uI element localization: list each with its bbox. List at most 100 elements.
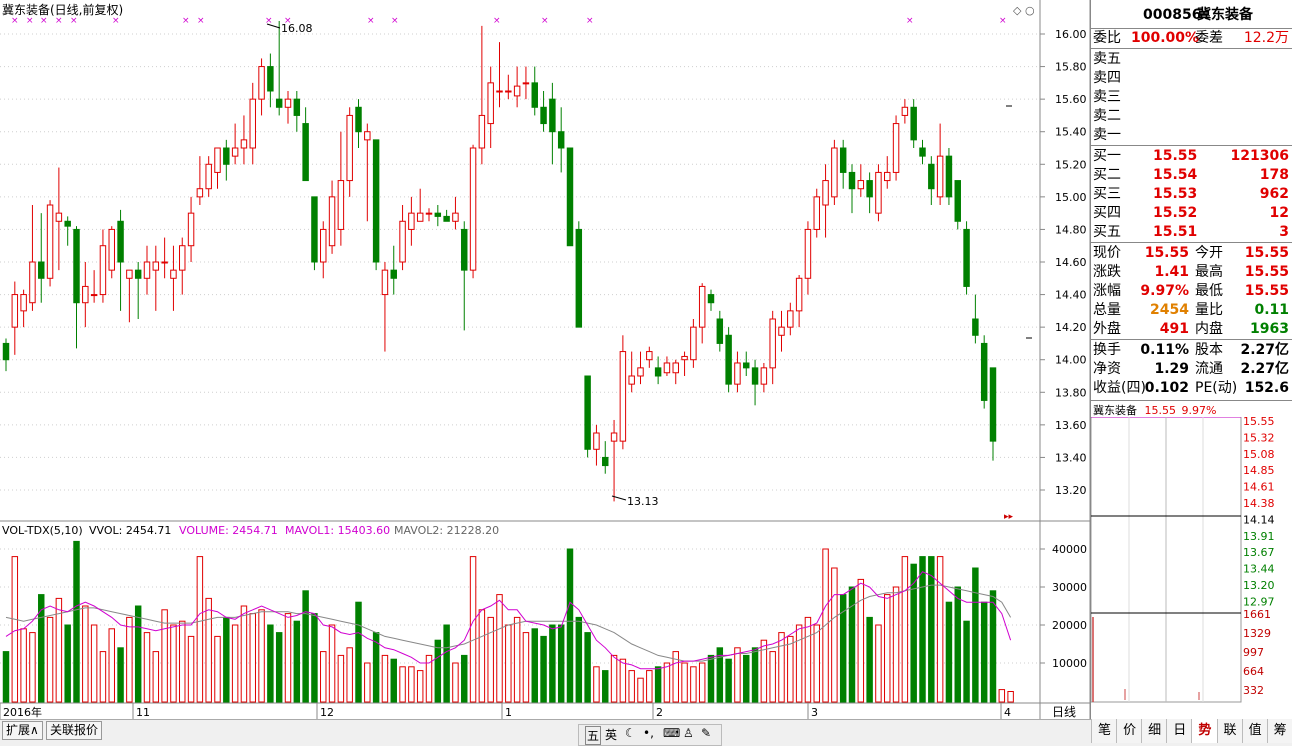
volume-bar-down [954, 586, 961, 703]
weibi-row: 委比 100.00% 委差 12.2万 [1093, 30, 1289, 46]
ime-mode[interactable]: 五 [585, 726, 602, 745]
volume-bar-down [38, 594, 45, 703]
volume-bar-down [434, 639, 442, 703]
candle-body-down [707, 294, 715, 304]
panel-tab[interactable]: 价 [1116, 719, 1143, 743]
panel-tab[interactable]: 日 [1166, 719, 1193, 743]
fundamental-row: 净资 1.29 流通 2.27亿 [1091, 360, 1292, 379]
candle-body-up [11, 294, 19, 328]
volume-bar-down [73, 540, 80, 703]
ime-toolbar[interactable]: 五 英 ☾ •, ⌨ ♙ ✎ [578, 724, 722, 746]
candle-body-up [381, 269, 389, 296]
panel-tab[interactable]: 联 [1216, 719, 1243, 743]
quote-row: 外盘 491 内盘 1963 [1091, 320, 1292, 339]
price-tick-label: 14.00 [1055, 354, 1087, 367]
candle-body-up [179, 245, 186, 271]
candle-body-up [690, 326, 697, 361]
candle-body-up [698, 285, 706, 328]
volume-bar-down [2, 651, 10, 703]
stock-name: 冀东装备 [1197, 7, 1253, 23]
volume-bar-up [108, 628, 115, 703]
settings-icon[interactable]: ✎ [701, 726, 711, 740]
quote-label: 量比 [1195, 302, 1223, 318]
volume-bar-up [452, 662, 459, 703]
mini-price-tick: 14.14 [1243, 513, 1275, 526]
candle-body-up [187, 212, 195, 247]
related-quote-tab[interactable]: 关联报价 [46, 721, 103, 740]
volume-bar-up [628, 670, 635, 703]
volume-bar-down [751, 647, 759, 703]
sell-level-row: 卖一 [1091, 126, 1292, 145]
candle-body-up [46, 204, 54, 279]
volume-bar-down [549, 624, 556, 703]
candle-body-up [760, 367, 768, 385]
candle-body-up [82, 285, 89, 304]
price-tick-label: 13.20 [1055, 484, 1087, 497]
candle-body-down [117, 220, 124, 263]
period-label[interactable]: 日线 [1052, 705, 1076, 719]
mini-price-tick: 12.97 [1243, 595, 1275, 608]
volume-bar-down [64, 624, 71, 703]
candle-body-up [99, 245, 107, 296]
candle-body-up [769, 318, 776, 369]
fundamental-label: 股本 [1195, 342, 1223, 358]
candle-body-down [945, 155, 953, 198]
candle-body-up [875, 171, 882, 214]
candle-body-up [672, 362, 679, 374]
volume-bar-up [187, 635, 195, 703]
quote-label: 总量 [1093, 302, 1121, 318]
panel-tab[interactable]: 细 [1141, 719, 1168, 743]
candle-body-down [531, 82, 538, 108]
user-icon[interactable]: ♙ [683, 726, 694, 740]
sell-level-row: 卖四 [1091, 69, 1292, 88]
volume-bar-down [223, 616, 230, 703]
candle-body-down [311, 196, 318, 263]
volume-bar-up [513, 616, 521, 703]
candle-body-down [461, 228, 468, 271]
candle-body-down [549, 98, 556, 133]
intraday-mini-chart[interactable]: 15.55 15.32 15.08 14.85 14.61 14.38 14.14 13.91… [1091, 417, 1292, 719]
mini-price-tick: 15.08 [1243, 448, 1275, 461]
volume-bar-up [901, 556, 909, 703]
volume-bar-up [416, 670, 424, 703]
quote-value: 15.55 [1244, 245, 1289, 261]
panel-tab[interactable]: 筹 [1266, 719, 1292, 743]
sell-level-label: 卖二 [1093, 108, 1121, 124]
ime-lang[interactable]: 英 [605, 726, 617, 743]
quote-row: 涨跌 1.41 最高 15.55 [1091, 263, 1292, 282]
volume-bar-down [602, 670, 609, 703]
candle-body-down [910, 106, 917, 141]
candle-body-down [716, 318, 724, 344]
buy-level-label: 买五 [1093, 224, 1121, 240]
volume-bar-down [540, 635, 547, 703]
candle-body-up [593, 432, 600, 450]
max-price-label: 16.08 [281, 22, 313, 35]
keyboard-icon[interactable]: ⌨ [663, 726, 680, 740]
volume-bar-up [381, 654, 389, 703]
moon-icon[interactable]: ☾ [625, 726, 636, 740]
volume-bar-down [866, 616, 873, 703]
sell-level-label: 卖五 [1093, 51, 1121, 67]
candle-body-up [505, 90, 512, 93]
event-marker-icon: × [70, 16, 78, 26]
volume-bar-up [284, 613, 292, 703]
buy-level-price: 15.52 [1153, 205, 1198, 221]
candle-body-up [452, 212, 459, 222]
punct-icon[interactable]: •, [643, 726, 654, 740]
expand-tab[interactable]: 扩展∧ [2, 721, 43, 740]
quote-label: 最高 [1195, 264, 1223, 280]
circle-icon[interactable]: ○ [1025, 4, 1035, 17]
volume-bar-down [654, 666, 662, 703]
panel-tab[interactable]: 笔 [1091, 719, 1117, 743]
diamond-icon[interactable]: ◇ [1013, 4, 1022, 17]
fundamental-label: 流通 [1195, 361, 1223, 377]
candle-body-up [619, 351, 627, 442]
scroll-right-icon[interactable]: ▸▸ [1004, 512, 1014, 522]
sell-level-row: 卖三 [1091, 88, 1292, 107]
panel-tab[interactable]: 势 [1191, 719, 1218, 743]
candle-body-up [936, 155, 944, 198]
mini-price-tick: 15.55 [1243, 417, 1275, 428]
volume-bar-up [698, 662, 706, 703]
volume-bar-up [813, 624, 820, 703]
panel-tab[interactable]: 值 [1241, 719, 1268, 743]
